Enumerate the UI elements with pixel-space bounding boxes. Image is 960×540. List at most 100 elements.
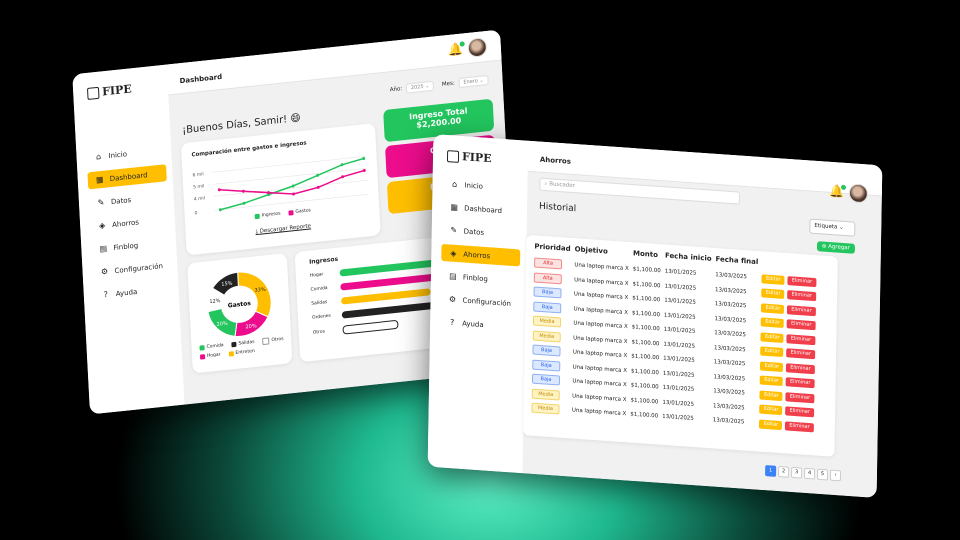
edit-button[interactable]: Editar (760, 346, 784, 358)
section-title: Historial (538, 201, 577, 215)
delete-button[interactable]: Eliminar (785, 377, 815, 389)
delete-label: Eliminar (790, 320, 812, 329)
delete-button[interactable]: Eliminar (786, 319, 816, 331)
date-filter: Año: 2025 ⌄ Mes: Enero ⌄ (389, 74, 489, 95)
delete-button[interactable]: Eliminar (787, 304, 816, 316)
bell-icon[interactable]: 🔔 (448, 41, 465, 57)
delete-button[interactable]: Eliminar (785, 406, 814, 418)
sidebar-item-label: Configuración (114, 261, 164, 275)
page-title: Dashboard (179, 72, 223, 86)
ingresos-row-label: Hogar (309, 272, 324, 279)
sidebar-item-label: Dashboard (109, 170, 148, 183)
sidebar: FIPE ⌂ Inicio ▦ Dashboard ✎ Datos ◈ Ahorros ▤ Fin… (427, 134, 529, 474)
avatar[interactable] (467, 36, 488, 58)
sidebar-item-inicio[interactable]: ⌂ Inicio (86, 141, 165, 166)
label-filter-select[interactable]: Etiqueta ⌄ (809, 218, 856, 237)
edit-button[interactable]: Editar (759, 390, 783, 401)
notification-dot (459, 41, 465, 47)
sidebar-item-configuracion[interactable]: ⚙ Configuración (92, 256, 171, 281)
donut-card: 33% 20% 20% 12% 15% Gastos Comida Salidas Otro… (187, 253, 293, 374)
donut-legend-item: Comida (199, 342, 224, 352)
brand-name: FIPE (101, 82, 132, 99)
edit-button[interactable]: Editar (759, 404, 783, 416)
ingresos-row-label: Salidas (311, 300, 328, 307)
edit-button[interactable]: Editar (759, 419, 783, 430)
year-label: Año: (389, 86, 403, 94)
ingresos-points (218, 156, 366, 212)
delete-label: Eliminar (789, 378, 811, 387)
bell-icon[interactable]: 🔔 (829, 184, 847, 199)
brand-name: FIPE (461, 150, 492, 166)
grid-line (214, 193, 369, 211)
brand-logo[interactable]: FIPE (446, 149, 492, 166)
main-area: Ahorros 🔔 ⌕ Buscador Historial Etiqueta … (522, 140, 883, 498)
priority-badge: Baja (533, 286, 562, 299)
delete-button[interactable]: Eliminar (787, 290, 817, 302)
delete-button[interactable]: Eliminar (786, 363, 815, 375)
sidebar-item-label: Datos (463, 226, 485, 237)
sidebar-item-ahorros[interactable]: ◈ Ahorros (90, 210, 169, 235)
edit-button[interactable]: Editar (760, 361, 784, 372)
sidebar-item-datos[interactable]: ✎ Datos (89, 187, 168, 212)
line-chart-card: Comparación entre gastos e ingresos 6 mi… (180, 123, 381, 256)
priority-badge: Baja (532, 344, 561, 357)
edit-label: Editar (765, 318, 781, 326)
sidebar-item-dashboard[interactable]: ▦ Dashboard (87, 164, 167, 190)
edit-button[interactable]: Editar (761, 274, 785, 285)
delete-label: Eliminar (789, 422, 810, 430)
dashboard-icon: ▦ (95, 174, 104, 185)
ingresos-bar (342, 319, 399, 335)
sidebar-item-label: Finblog (462, 273, 488, 283)
delete-button[interactable]: Eliminar (787, 275, 817, 287)
month-select[interactable]: Enero ⌄ (458, 74, 489, 89)
legend-swatch (228, 351, 234, 357)
ingresos-point (218, 208, 222, 212)
avatar[interactable] (848, 183, 869, 204)
page-button[interactable]: 1 (765, 465, 777, 477)
gastos-swatch (288, 210, 294, 216)
add-button[interactable]: ⊕ Agregar (816, 241, 856, 254)
donut-legend-label: Otros (271, 336, 284, 344)
sidebar-item-configuracion[interactable]: ⚙ Configuración (440, 290, 519, 313)
delete-button[interactable]: Eliminar (786, 333, 816, 345)
edit-label: Editar (764, 347, 780, 356)
sidebar-item-ayuda[interactable]: ? Ayuda (93, 279, 172, 304)
sidebar-item-inicio[interactable]: ⌂ Inicio (442, 175, 521, 198)
delete-button[interactable]: Eliminar (786, 348, 815, 360)
sidebar-item-ahorros[interactable]: ◈ Ahorros (441, 243, 521, 267)
edit-button[interactable]: Editar (761, 288, 785, 300)
home-icon: ⌂ (95, 151, 102, 162)
month-value: Enero (463, 78, 478, 86)
pencil-icon: ✎ (97, 197, 105, 208)
priority-badge: Media (532, 315, 562, 328)
legend-swatch (262, 337, 270, 346)
sidebar-item-finblog[interactable]: ▤ Finblog (441, 267, 520, 290)
edit-label: Editar (763, 391, 779, 399)
delete-button[interactable]: Eliminar (785, 421, 814, 433)
edit-button[interactable]: Editar (761, 303, 785, 314)
donut-legend-item: Hogar (199, 353, 221, 360)
priority-badge: Baja (533, 301, 562, 314)
y-tick-label: 4 mil (194, 195, 205, 202)
y-tick-label: 6 mil (192, 171, 203, 178)
book-icon: ▤ (99, 243, 108, 254)
piggy-icon: ◈ (450, 248, 457, 259)
sidebar-item-dashboard[interactable]: ▦ Dashboard (442, 198, 521, 221)
sidebar-item-datos[interactable]: ✎ Datos (442, 221, 521, 244)
page-button[interactable]: 2 (778, 465, 790, 478)
chevron-down-icon: ⌄ (839, 224, 844, 231)
sidebar-item-finblog[interactable]: ▤ Finblog (91, 233, 170, 258)
page-button[interactable]: 5 (816, 468, 829, 481)
edit-button[interactable]: Editar (761, 317, 785, 329)
year-select[interactable]: 2025 ⌄ (405, 80, 435, 94)
delete-button[interactable]: Eliminar (785, 392, 815, 404)
edit-button[interactable]: Editar (760, 375, 784, 387)
help-icon: ? (103, 289, 109, 300)
edit-button[interactable]: Editar (760, 332, 784, 343)
brand-logo[interactable]: FIPE (86, 82, 132, 100)
sidebar-item-label: Ayuda (115, 287, 138, 298)
sidebar-item-ayuda[interactable]: ? Ayuda (440, 313, 519, 336)
page-button[interactable]: 4 (803, 467, 816, 480)
next-page-button[interactable]: › (829, 469, 842, 482)
page-button[interactable]: 3 (791, 466, 803, 479)
